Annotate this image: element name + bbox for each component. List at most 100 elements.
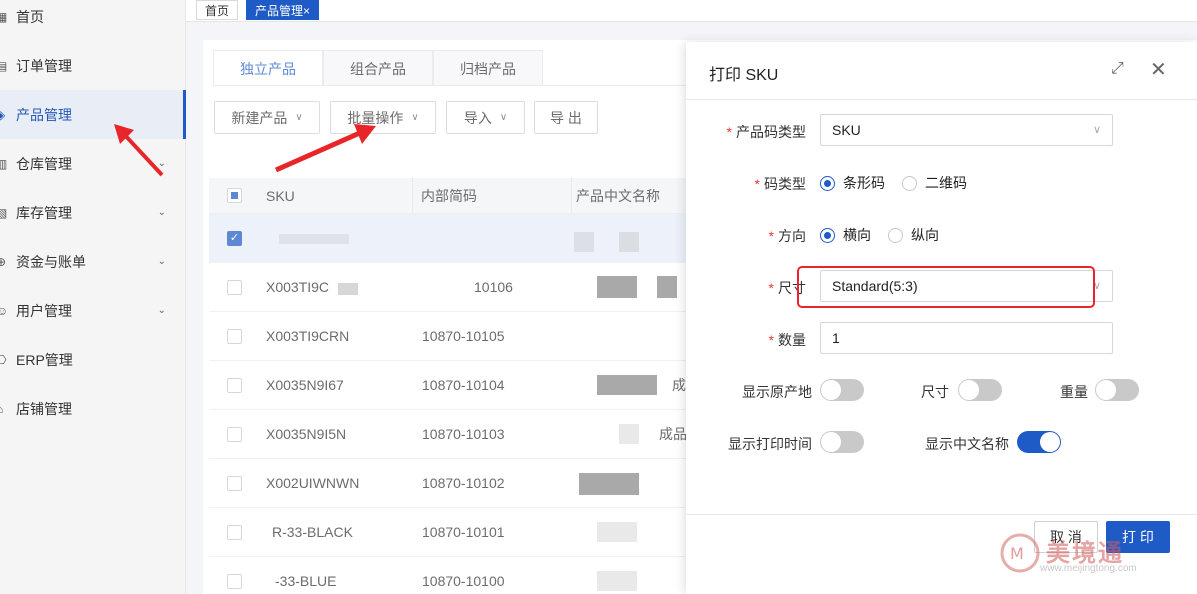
sidebar-item-inventory[interactable]: ▧ 库存管理 ⌄ [0, 188, 186, 237]
warehouse-icon: ▥ [0, 156, 8, 171]
cell-name: 成品 [659, 426, 687, 442]
cell-code: 10870-10100 [422, 573, 505, 589]
quantity-label: * 数量 [686, 330, 806, 350]
user-icon: ☺ [0, 303, 9, 318]
sidebar-item-warehouse[interactable]: ▥ 仓库管理 ⌄ [0, 139, 186, 188]
row-checkbox[interactable] [227, 329, 242, 344]
radio-dot[interactable] [820, 175, 835, 191]
radio-portrait[interactable]: 纵向 [888, 225, 939, 245]
fullscreen-icon[interactable]: ⤢ [1111, 60, 1124, 78]
sidebar-item-erp[interactable]: ⎔ ERP管理 [0, 335, 186, 384]
row-checkbox[interactable] [227, 378, 242, 393]
cell-code: 10870-10103 [422, 426, 505, 442]
cell-code: 10870-10105 [422, 328, 505, 344]
required-mark: * [768, 280, 774, 296]
tab-home[interactable]: 首页 [196, 0, 239, 20]
size-label: * 尺寸 [686, 278, 806, 298]
show-print-time-toggle[interactable] [820, 431, 864, 453]
row-checkbox[interactable] [227, 280, 242, 295]
product-code-type-select[interactable]: SKU ∨ [820, 114, 1113, 146]
radio-qrcode[interactable]: 二维码 [902, 173, 967, 193]
redacted-text [579, 473, 639, 495]
tab-bundle-products[interactable]: 组合产品 [323, 50, 433, 86]
tab-label: 产品管理 [255, 4, 304, 18]
stack-icon: ▧ [0, 205, 8, 220]
print-sku-dialog: 打印 SKU ⤢ ✕ * 产品码类型 SKU ∨ * 码类型 条形码 二维码 * 方向… [686, 42, 1197, 594]
sidebar-item-products[interactable]: ◈ 产品管理 [0, 90, 186, 139]
row-checkbox[interactable]: ✓ [227, 231, 242, 246]
sidebar-item-finance[interactable]: ⊕ 资金与账单 ⌄ [0, 237, 186, 286]
erp-icon: ⎔ [0, 352, 7, 367]
label-text: 产品码类型 [736, 124, 806, 140]
row-checkbox[interactable] [227, 525, 242, 540]
close-icon[interactable]: × [303, 4, 310, 18]
document-icon: ▤ [0, 58, 8, 73]
grid-icon: ▦ [0, 9, 8, 24]
shop-icon: ⌂ [0, 402, 10, 416]
batch-operations-button[interactable]: 批量操作 ∨ [330, 101, 436, 134]
logo-icon: M [1000, 533, 1040, 573]
sidebar-item-label: 产品管理 [16, 106, 72, 123]
show-chinese-name-toggle[interactable] [1017, 431, 1061, 453]
row-checkbox[interactable] [227, 574, 242, 589]
size-toggle[interactable] [958, 379, 1002, 401]
cell-sku: X0035N9I67 [266, 377, 344, 393]
svg-text:M: M [1010, 544, 1024, 563]
tab-label: 首页 [205, 4, 230, 18]
input-value: 1 [832, 330, 840, 346]
radio-landscape[interactable]: 横向 [820, 225, 871, 245]
cell-code: 10870-10104 [422, 377, 505, 393]
page-tab-bar: 首页 产品管理× [186, 0, 1197, 22]
redacted-text [597, 522, 637, 542]
sidebar-item-label: 订单管理 [16, 57, 72, 74]
close-icon[interactable]: ✕ [1150, 57, 1167, 82]
export-button[interactable]: 导 出 [534, 101, 598, 134]
dialog-footer-divider [686, 514, 1197, 515]
column-header-sku[interactable]: SKU [266, 178, 413, 214]
chevron-down-icon: ⌄ [157, 256, 166, 267]
sidebar-item-shops[interactable]: ⌂ 店铺管理 [0, 384, 186, 433]
sidebar-item-home[interactable]: ▦ 首页 [0, 0, 186, 41]
show-origin-toggle[interactable] [820, 379, 864, 401]
select-all-checkbox[interactable] [227, 188, 242, 203]
direction-label: * 方向 [686, 226, 806, 246]
redacted-text [657, 276, 677, 298]
row-checkbox[interactable] [227, 427, 242, 442]
redacted-text [597, 571, 637, 591]
product-code-type-label: * 产品码类型 [686, 122, 806, 142]
tab-product-management[interactable]: 产品管理× [246, 0, 320, 20]
tab-standalone-products[interactable]: 独立产品 [213, 50, 323, 86]
weight-toggle[interactable] [1095, 379, 1139, 401]
watermark-logo: M 美境通 www.meijingtong.com [998, 525, 1197, 585]
cell-code: 10870-10101 [422, 524, 505, 540]
radio-dot[interactable] [902, 175, 917, 191]
radio-dot[interactable] [820, 227, 835, 243]
sidebar-item-label: 用户管理 [16, 302, 72, 319]
button-label: 导 出 [550, 109, 582, 126]
cell-sku: X003TI9C [266, 279, 330, 295]
new-product-button[interactable]: 新建产品 ∨ [214, 101, 320, 134]
cell-code: 10106 [474, 279, 513, 295]
sidebar-item-users[interactable]: ☺ 用户管理 ⌄ [0, 286, 186, 335]
redacted-text [619, 424, 639, 444]
show-print-time-label: 显示打印时间 [728, 436, 812, 452]
dialog-title: 打印 SKU [709, 67, 779, 84]
sidebar-item-orders[interactable]: ▤ 订单管理 [0, 41, 186, 90]
column-header-code[interactable]: 内部简码 [412, 178, 572, 214]
required-mark: * [726, 124, 732, 140]
radio-label: 纵向 [911, 227, 939, 243]
chevron-down-icon: ⌄ [157, 207, 166, 218]
money-icon: ⊕ [0, 254, 7, 269]
radio-label: 横向 [843, 227, 871, 243]
radio-label: 条形码 [843, 175, 885, 191]
chevron-down-icon: ∨ [499, 112, 508, 123]
chevron-down-icon: ⌄ [157, 305, 166, 316]
row-checkbox[interactable] [227, 476, 242, 491]
radio-barcode[interactable]: 条形码 [820, 173, 885, 193]
radio-dot[interactable] [888, 227, 903, 243]
quantity-input[interactable]: 1 [820, 322, 1113, 354]
redacted-text [619, 232, 639, 252]
tab-archived-products[interactable]: 归档产品 [433, 50, 543, 86]
weight-toggle-label: 重量 [1060, 384, 1088, 400]
import-button[interactable]: 导入 ∨ [446, 101, 525, 134]
